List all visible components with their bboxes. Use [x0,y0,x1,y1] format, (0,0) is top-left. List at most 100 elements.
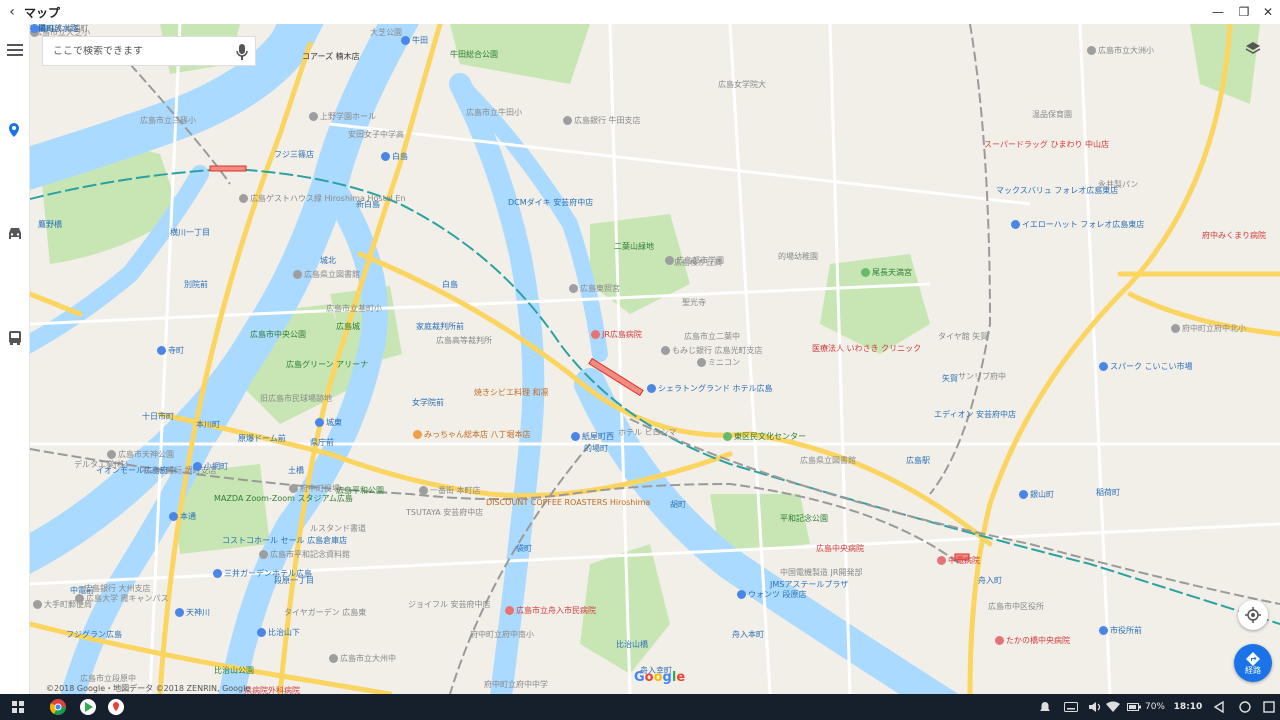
chrome-icon[interactable] [48,697,68,717]
map-label[interactable]: 聖光寺 [682,298,706,307]
microphone-icon[interactable] [235,43,249,61]
poi-marker-icon[interactable] [315,418,324,427]
poi-marker-icon[interactable] [30,24,39,33]
map-label[interactable]: 広島市立大洲小 [1098,46,1154,55]
map-label[interactable]: 家庭裁判所前 [416,322,464,331]
map-label[interactable]: 大芝公園 [370,28,402,37]
poi-marker-icon[interactable] [591,330,600,339]
poi-marker-icon[interactable] [413,430,422,439]
map-label[interactable]: TSUTAYA 安芸府中店 [406,508,483,517]
map-label[interactable]: たかの橋中央病院 [1006,636,1070,645]
map-label[interactable]: 寺町 [168,346,184,355]
map-label[interactable]: ミニコン [708,358,740,367]
map-label[interactable]: 城北 [320,256,336,265]
map-label[interactable]: 牛田 [412,36,428,45]
poi-marker-icon[interactable] [169,512,178,521]
map-label[interactable]: 比治山公園 [214,666,254,675]
launcher-icon[interactable] [8,697,28,717]
map-label[interactable]: 胡町 [670,500,686,509]
back-arrow-icon[interactable]: ‹ [2,4,22,20]
map-label[interactable]: 広島桜が丘高 [674,258,722,267]
map-label[interactable]: 東区民文化センター [734,432,806,441]
map-label[interactable]: 二葉山緑地 [614,242,654,251]
poi-marker-icon[interactable] [665,256,674,265]
map-label[interactable]: 原爆ドーム前 [238,434,286,443]
map-label[interactable]: 府中町立府中北小 [1182,324,1246,333]
map-label[interactable]: 広島高等裁判所 [436,336,492,345]
map-label[interactable]: 白島 [392,152,408,161]
map-label[interactable]: 広島市立三篠小 [140,116,196,125]
poi-marker-icon[interactable] [193,462,202,471]
poi-marker-icon[interactable] [401,36,410,45]
map-label[interactable]: スーパードラッグ ひまわり 中山店 [984,140,1109,149]
map-label[interactable]: エディオン 安芸府中店 [934,410,1016,419]
map-label[interactable]: 市役所前 [1110,626,1142,635]
map-label[interactable]: 広島ゲストハウス縁 Hiroshima Hostel En [250,194,406,203]
map-label[interactable]: 広島市立基町小 [326,304,382,313]
map-label[interactable]: 鷹野橋 [38,220,62,229]
poi-marker-icon[interactable] [1099,362,1108,371]
map-label[interactable]: 広島中央病院 [816,544,864,553]
keyboard-icon[interactable] [1062,697,1080,717]
poi-marker-icon[interactable] [257,628,266,637]
poi-marker-icon[interactable] [1099,626,1108,635]
battery-icon[interactable] [1126,697,1142,717]
map-label[interactable]: 段原一丁目 [274,576,314,585]
map-label[interactable]: 大手町郵便局 [44,600,92,609]
poi-marker-icon[interactable] [157,346,166,355]
map-label[interactable]: 袋町 [516,544,532,553]
map-label[interactable]: 広島市中央公園 [250,330,306,339]
map-label[interactable]: 広島市天神公園 [118,450,174,459]
map-label[interactable]: 天神川 [186,608,210,617]
map-label[interactable]: 本通 [180,512,196,521]
map-label[interactable]: デルタ工業(株) [74,460,128,469]
nav-home-icon[interactable] [1236,697,1254,717]
poi-marker-icon[interactable] [661,346,670,355]
menu-icon[interactable] [3,38,27,62]
map-label[interactable]: 安田女子中学高 [348,130,404,139]
map-label[interactable]: 広島市立段原中 [80,674,136,683]
poi-marker-icon[interactable] [259,550,268,559]
poi-marker-icon[interactable] [1019,490,1028,499]
poi-marker-icon[interactable] [75,594,84,603]
map-label[interactable]: 牛田総合公園 [450,50,498,59]
map-label[interactable]: フジ三篠店 [274,150,314,159]
map-label[interactable]: 広島女学院大 [718,80,766,89]
poi-marker-icon[interactable] [1011,220,1020,229]
map-label[interactable]: 上野学園ホール [320,112,376,121]
poi-marker-icon[interactable] [505,606,514,615]
map-label[interactable]: 広島グリーン アリーナ [286,360,368,369]
poi-marker-icon[interactable] [329,654,338,663]
map-label[interactable]: 矢賀 [942,374,958,383]
poi-marker-icon[interactable] [309,112,318,121]
poi-marker-icon[interactable] [995,636,1004,645]
map-label[interactable]: 女学院前 [412,398,444,407]
minimize-icon[interactable]: — [1204,0,1232,24]
map-label[interactable]: DCMダイキ 安芸府中店 [508,198,593,207]
poi-marker-icon[interactable] [647,384,656,393]
map-label[interactable]: 平和記念公園 [780,514,828,523]
map-label[interactable]: 焼きシビエ料理 和凛 [474,388,549,397]
poi-marker-icon[interactable] [1171,324,1180,333]
map-canvas[interactable]: 広島市立大芝小 大芝公園 コアーズ 楠木店 牛田 牛田総合公園 広島女学院大 広島市立大洲小… [30,24,1280,694]
search-box[interactable] [42,36,256,66]
map-label[interactable]: 横川一丁目 [170,228,210,237]
map-label[interactable]: 広島市立舟入市民病院 [516,606,596,615]
map-label[interactable]: 土橋 [288,466,304,475]
map-label[interactable]: 広島市立二葉中 [684,332,740,341]
map-label[interactable]: 城東 [326,418,342,427]
map-label[interactable]: 府中町立府中中学 [484,680,548,689]
nav-back-icon[interactable] [1210,697,1228,717]
map-label[interactable]: 的場幼稚園 [778,252,818,261]
map-label[interactable]: 広島県立図書館 [304,270,360,279]
map-label[interactable]: ホテル ヒロシマ [618,428,677,437]
map-label[interactable]: みっちゃん総本店 八丁堀本店 [424,430,531,439]
map-label[interactable]: 舟入本町 [732,630,764,639]
poi-marker-icon[interactable] [569,284,578,293]
map-label[interactable]: 広島県立図書館 [800,456,856,465]
map-label[interactable]: 府中町立府中南小 [470,630,534,639]
map-label[interactable]: 広島市立大州中 [340,654,396,663]
poi-marker-icon[interactable] [293,270,302,279]
map-label[interactable]: 県病院外科病院 [244,686,300,694]
map-label[interactable]: 広島市立牛田小 [466,108,522,117]
